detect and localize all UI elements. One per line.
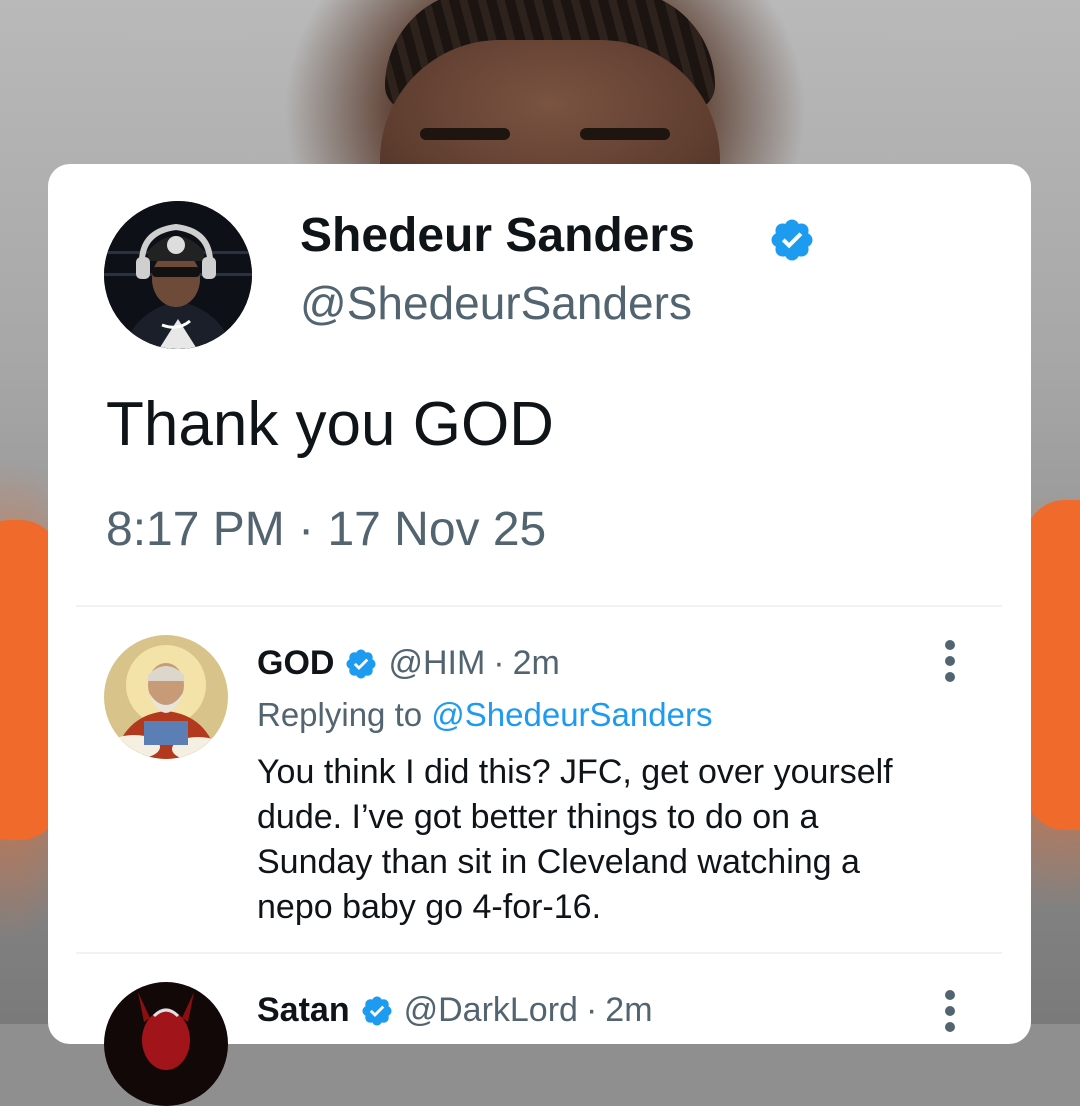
- reply-header-satan: Satan @DarkLord · 2m: [257, 991, 653, 1030]
- author-avatar[interactable]: [104, 201, 252, 349]
- reply-author-handle[interactable]: @DarkLord: [404, 991, 578, 1030]
- reply-text-line: nepo baby go 4-for-16.: [257, 888, 602, 926]
- author-name[interactable]: Shedeur Sanders: [300, 208, 695, 263]
- background-brow-left: [420, 128, 510, 140]
- meta-separator: ·: [493, 644, 505, 682]
- reply-avatar-god-image: [104, 635, 228, 759]
- tweet-time: 8:17 PM: [106, 503, 285, 556]
- reply-text-line: You think I did this? JFC, get over your…: [257, 753, 893, 791]
- tweet-card[interactable]: Shedeur Sanders @ShedeurSanders Thank yo…: [48, 164, 1031, 1106]
- verified-badge-icon: [362, 995, 392, 1026]
- meta-separator: ·: [585, 991, 598, 1029]
- replying-to-link[interactable]: @ShedeurSanders: [431, 696, 712, 733]
- tweet-date: 17 Nov 25: [327, 503, 547, 556]
- reply-author-name[interactable]: GOD: [257, 644, 334, 683]
- verified-badge-icon: [771, 219, 813, 261]
- reply-author-handle[interactable]: @HIM: [388, 644, 485, 683]
- tweet-text: Thank you GOD: [106, 390, 554, 459]
- reply-time[interactable]: 2m: [605, 991, 652, 1030]
- reply-avatar-satan[interactable]: [104, 982, 228, 1106]
- reply-avatar-satan-image: [104, 982, 228, 1106]
- replying-to: Replying to @ShedeurSanders: [257, 696, 712, 734]
- author-avatar-image: [104, 201, 252, 349]
- reply-text-line: Sunday than sit in Cleveland watching a: [257, 843, 860, 881]
- author-handle[interactable]: @ShedeurSanders: [300, 276, 692, 330]
- more-options-icon[interactable]: [943, 990, 957, 1034]
- background-brow-right: [580, 128, 670, 140]
- reply-text: You think I did this? JFC, get over your…: [257, 750, 987, 930]
- reply-header-god: GOD @HIM · 2m: [257, 644, 560, 683]
- more-options-icon[interactable]: [943, 640, 957, 684]
- reply-author-name[interactable]: Satan: [257, 991, 350, 1030]
- replying-to-label: Replying to: [257, 696, 423, 733]
- tweet-timestamp[interactable]: 8:17 PM · 17 Nov 25: [106, 502, 546, 557]
- background-jersey-right: [1025, 500, 1080, 830]
- divider: [76, 952, 1002, 954]
- reply-time[interactable]: 2m: [513, 644, 560, 683]
- divider: [76, 605, 1002, 607]
- verified-badge-icon: [346, 648, 376, 679]
- meta-separator: ·: [298, 503, 315, 556]
- reply-avatar-god[interactable]: [104, 635, 228, 759]
- reply-text-line: dude. I’ve got better things to do on a: [257, 798, 819, 836]
